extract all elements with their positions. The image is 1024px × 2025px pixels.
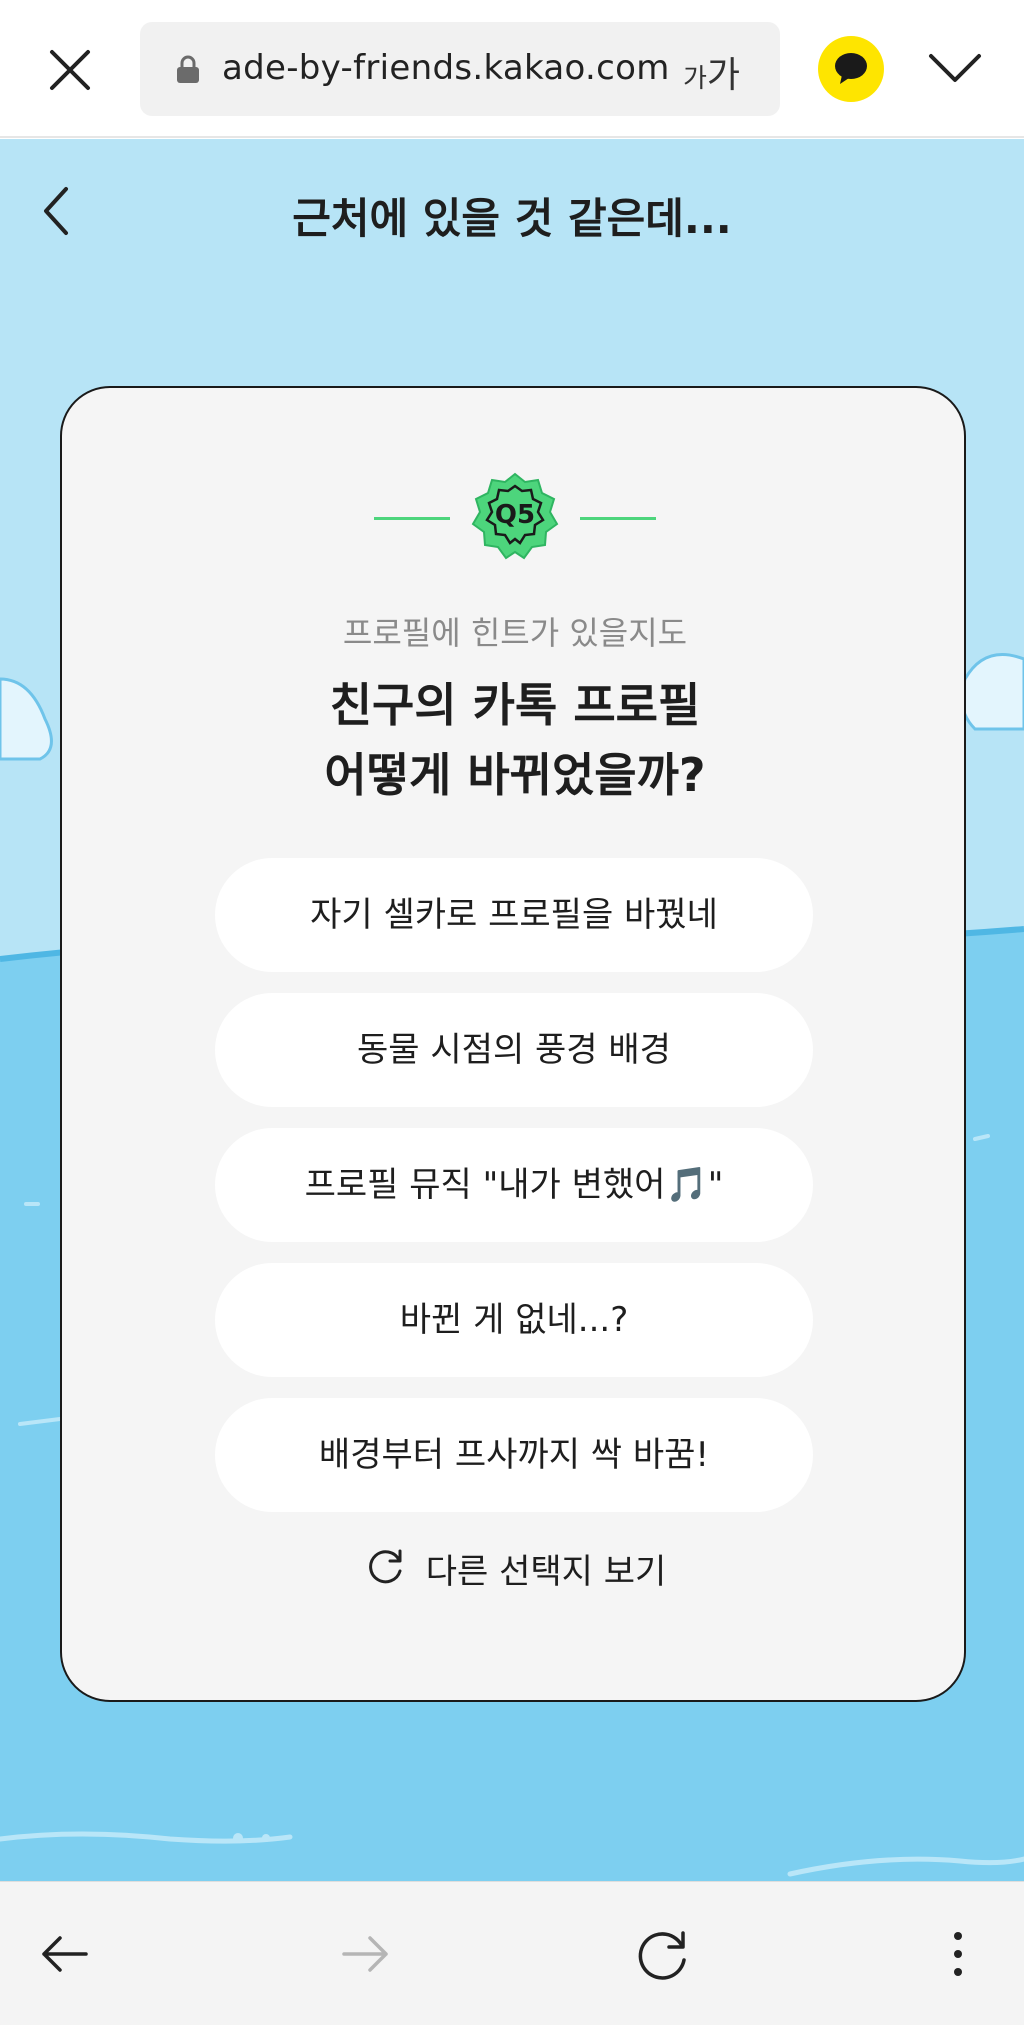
close-icon[interactable] bbox=[42, 42, 98, 98]
page-title: 근처에 있을 것 같은데... bbox=[292, 194, 732, 243]
answer-option-4[interactable]: 바뀐 게 없네...? bbox=[215, 1263, 813, 1377]
address-bar[interactable]: ade-by-friends.kakao.com 가가 bbox=[140, 22, 780, 116]
reload-icon[interactable] bbox=[632, 1924, 692, 1984]
lock-icon bbox=[176, 54, 200, 84]
text-size-button[interactable]: 가가 bbox=[683, 46, 740, 98]
divider bbox=[580, 517, 656, 520]
answer-option-2[interactable]: 동물 시점의 풍경 배경 bbox=[215, 993, 813, 1107]
question-text: 친구의 카톡 프로필 어떻게 바뀌었을까? bbox=[62, 670, 968, 810]
forward-arrow-icon[interactable] bbox=[334, 1924, 394, 1984]
question-number-badge: Q5 bbox=[467, 468, 563, 568]
answer-option-1[interactable]: 자기 셀카로 프로필을 바꿨네 bbox=[215, 858, 813, 972]
question-hint: 프로필에 힌트가 있을지도 bbox=[342, 614, 688, 652]
more-menu-icon[interactable] bbox=[928, 1924, 988, 1984]
page-header: 근처에 있을 것 같은데... bbox=[0, 139, 1024, 279]
back-arrow-icon[interactable] bbox=[36, 1924, 96, 1984]
answer-option-5[interactable]: 배경부터 프사까지 싹 바꿈! bbox=[215, 1398, 813, 1512]
badge-label: Q5 bbox=[494, 500, 536, 530]
text-size-small: 가 bbox=[682, 64, 707, 94]
chevron-down-icon[interactable] bbox=[925, 46, 985, 90]
refresh-options-button[interactable]: 다른 선택지 보기 bbox=[62, 1544, 968, 1604]
refresh-icon bbox=[364, 1546, 406, 1592]
divider bbox=[374, 517, 450, 520]
kakaotalk-button[interactable] bbox=[818, 36, 884, 102]
chat-bubble-icon bbox=[835, 53, 867, 84]
question-card: Q5 프로필에 힌트가 있을지도 친구의 카톡 프로필 어떻게 바뀌었을까? 자… bbox=[60, 386, 966, 1702]
answer-option-3[interactable]: 프로필 뮤직 "내가 변했어🎵" bbox=[215, 1128, 813, 1242]
question-line-1: 친구의 카톡 프로필 bbox=[329, 678, 701, 732]
browser-bottom-bar bbox=[0, 1881, 1024, 2025]
browser-top-bar: ade-by-friends.kakao.com 가가 bbox=[0, 0, 1024, 138]
question-badge-row: Q5 bbox=[62, 468, 968, 568]
question-line-2: 어떻게 바뀌었을까? bbox=[324, 748, 706, 802]
url-text: ade-by-friends.kakao.com bbox=[222, 48, 670, 88]
text-size-large: 가 bbox=[706, 55, 740, 96]
quiz-page: 근처에 있을 것 같은데... Q5 프로필에 힌트가 있을지도 친구의 카톡 … bbox=[0, 139, 1024, 1881]
refresh-label: 다른 선택지 보기 bbox=[425, 1552, 667, 1592]
answer-options: 자기 셀카로 프로필을 바꿨네 동물 시점의 풍경 배경 프로필 뮤직 "내가 … bbox=[215, 858, 813, 1533]
